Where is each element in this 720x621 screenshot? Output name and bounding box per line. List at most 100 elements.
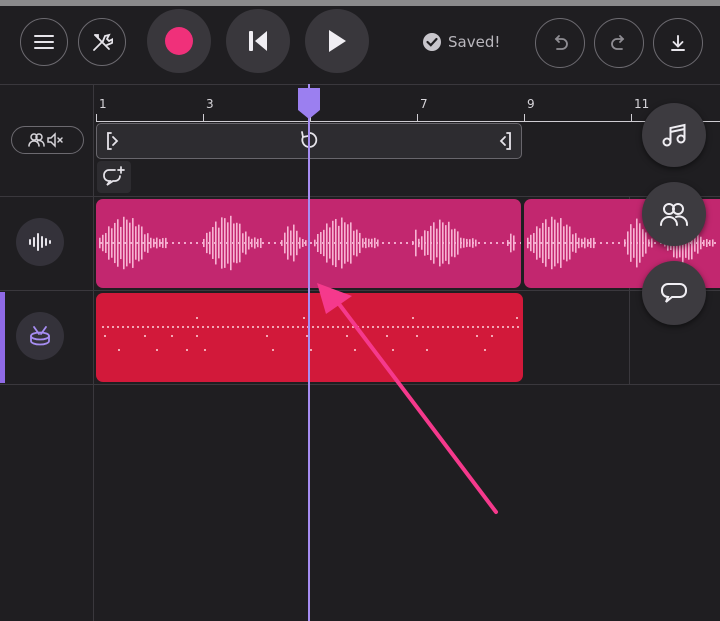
midi-note: [407, 326, 409, 328]
waveform-bar: [371, 238, 373, 248]
tools-button[interactable]: [78, 18, 126, 66]
waveform-bar: [475, 239, 477, 247]
waveform-bar: [99, 237, 101, 249]
waveform-bar: [362, 238, 364, 248]
waveform-bar: [290, 230, 292, 256]
record-button[interactable]: [147, 9, 211, 73]
waveform-bar: [165, 237, 167, 249]
midi-note: [247, 326, 249, 328]
waveform-dot: [190, 242, 192, 244]
waveform-bar: [593, 237, 595, 249]
collaborators-button[interactable]: [642, 182, 706, 246]
waveform-bar: [254, 237, 256, 249]
midi-note: [192, 326, 194, 328]
waveform-bar: [305, 240, 307, 246]
waveform-bar: [418, 238, 420, 248]
midi-note: [112, 326, 114, 328]
waveform-bar: [566, 224, 568, 262]
menu-button[interactable]: [20, 18, 68, 66]
waveform-dot: [382, 242, 384, 244]
waveform-bar: [233, 223, 235, 263]
midi-note: [312, 326, 314, 328]
midi-note: [172, 326, 174, 328]
play-button[interactable]: [305, 9, 369, 73]
waveform-dot: [178, 242, 180, 244]
ruler-tick: [96, 114, 97, 121]
waveform-bar: [335, 218, 337, 268]
midi-note: [482, 326, 484, 328]
waveform-bar: [221, 217, 223, 269]
midi-note: [357, 326, 359, 328]
midi-note: [196, 335, 198, 337]
waveform-bar: [709, 240, 711, 246]
waveform-bar: [415, 229, 417, 257]
download-button[interactable]: [653, 18, 703, 68]
drum-icon: [30, 326, 50, 346]
chat-icon: [661, 283, 687, 303]
midi-note: [476, 335, 478, 337]
waveform-bar: [344, 222, 346, 264]
divider: [0, 84, 720, 85]
waveform-bar: [469, 239, 471, 247]
waveform-bar: [581, 238, 583, 248]
waveform-dot: [612, 242, 614, 244]
midi-note: [502, 326, 504, 328]
waveform-bar: [545, 219, 547, 267]
midi-note: [132, 326, 134, 328]
midi-note: [212, 326, 214, 328]
waveform-bar: [448, 221, 450, 265]
waveform-bar: [332, 220, 334, 266]
midi-note: [157, 326, 159, 328]
toolbar: Saved!: [0, 6, 720, 84]
waveform-bar: [350, 222, 352, 264]
midi-note: [507, 326, 509, 328]
divider: [0, 290, 720, 291]
midi-note: [117, 326, 119, 328]
track-vocal-button[interactable]: [16, 218, 64, 266]
midi-note: [462, 326, 464, 328]
waveform-bar: [439, 219, 441, 267]
timeline-ruler[interactable]: [96, 121, 720, 122]
waveform-bar: [203, 238, 205, 248]
playhead[interactable]: [308, 84, 310, 621]
playhead-handle[interactable]: [296, 86, 322, 120]
waveform-bar: [624, 239, 626, 247]
midi-note: [467, 326, 469, 328]
track-drums-button[interactable]: [16, 312, 64, 360]
ruler-tick: [417, 114, 418, 121]
mute-collaborators-button[interactable]: [11, 126, 84, 154]
waveform-bar: [129, 222, 131, 264]
midi-note: [237, 326, 239, 328]
midi-note: [437, 326, 439, 328]
instruments-button[interactable]: [642, 103, 706, 167]
record-icon: [165, 27, 193, 55]
waveform-dot: [600, 242, 602, 244]
undo-button[interactable]: [535, 18, 585, 68]
waveform-bar: [575, 233, 577, 253]
redo-button[interactable]: [594, 18, 644, 68]
saved-label: Saved!: [448, 33, 501, 51]
waveform-bar: [347, 224, 349, 262]
waveform-bar: [245, 231, 247, 255]
midi-note: [177, 326, 179, 328]
midi-note: [397, 326, 399, 328]
midi-note: [197, 326, 199, 328]
waveform-bar: [329, 227, 331, 259]
waveform-bar: [117, 219, 119, 267]
waveform-bar: [257, 238, 259, 248]
divider: [0, 384, 720, 385]
midi-note: [317, 326, 319, 328]
waveform-bar: [569, 226, 571, 260]
waveform-bar: [712, 239, 714, 247]
midi-note: [427, 326, 429, 328]
waveform-bar: [135, 226, 137, 260]
chat-button[interactable]: [642, 261, 706, 325]
midi-note: [362, 326, 364, 328]
waveform-bar: [442, 222, 444, 264]
waveform-bar: [236, 222, 238, 264]
skip-back-button[interactable]: [226, 9, 290, 73]
waveform-bar: [645, 232, 647, 254]
ruler-label: 9: [527, 97, 535, 111]
add-comment-button[interactable]: [97, 161, 131, 193]
midi-note: [171, 335, 173, 337]
